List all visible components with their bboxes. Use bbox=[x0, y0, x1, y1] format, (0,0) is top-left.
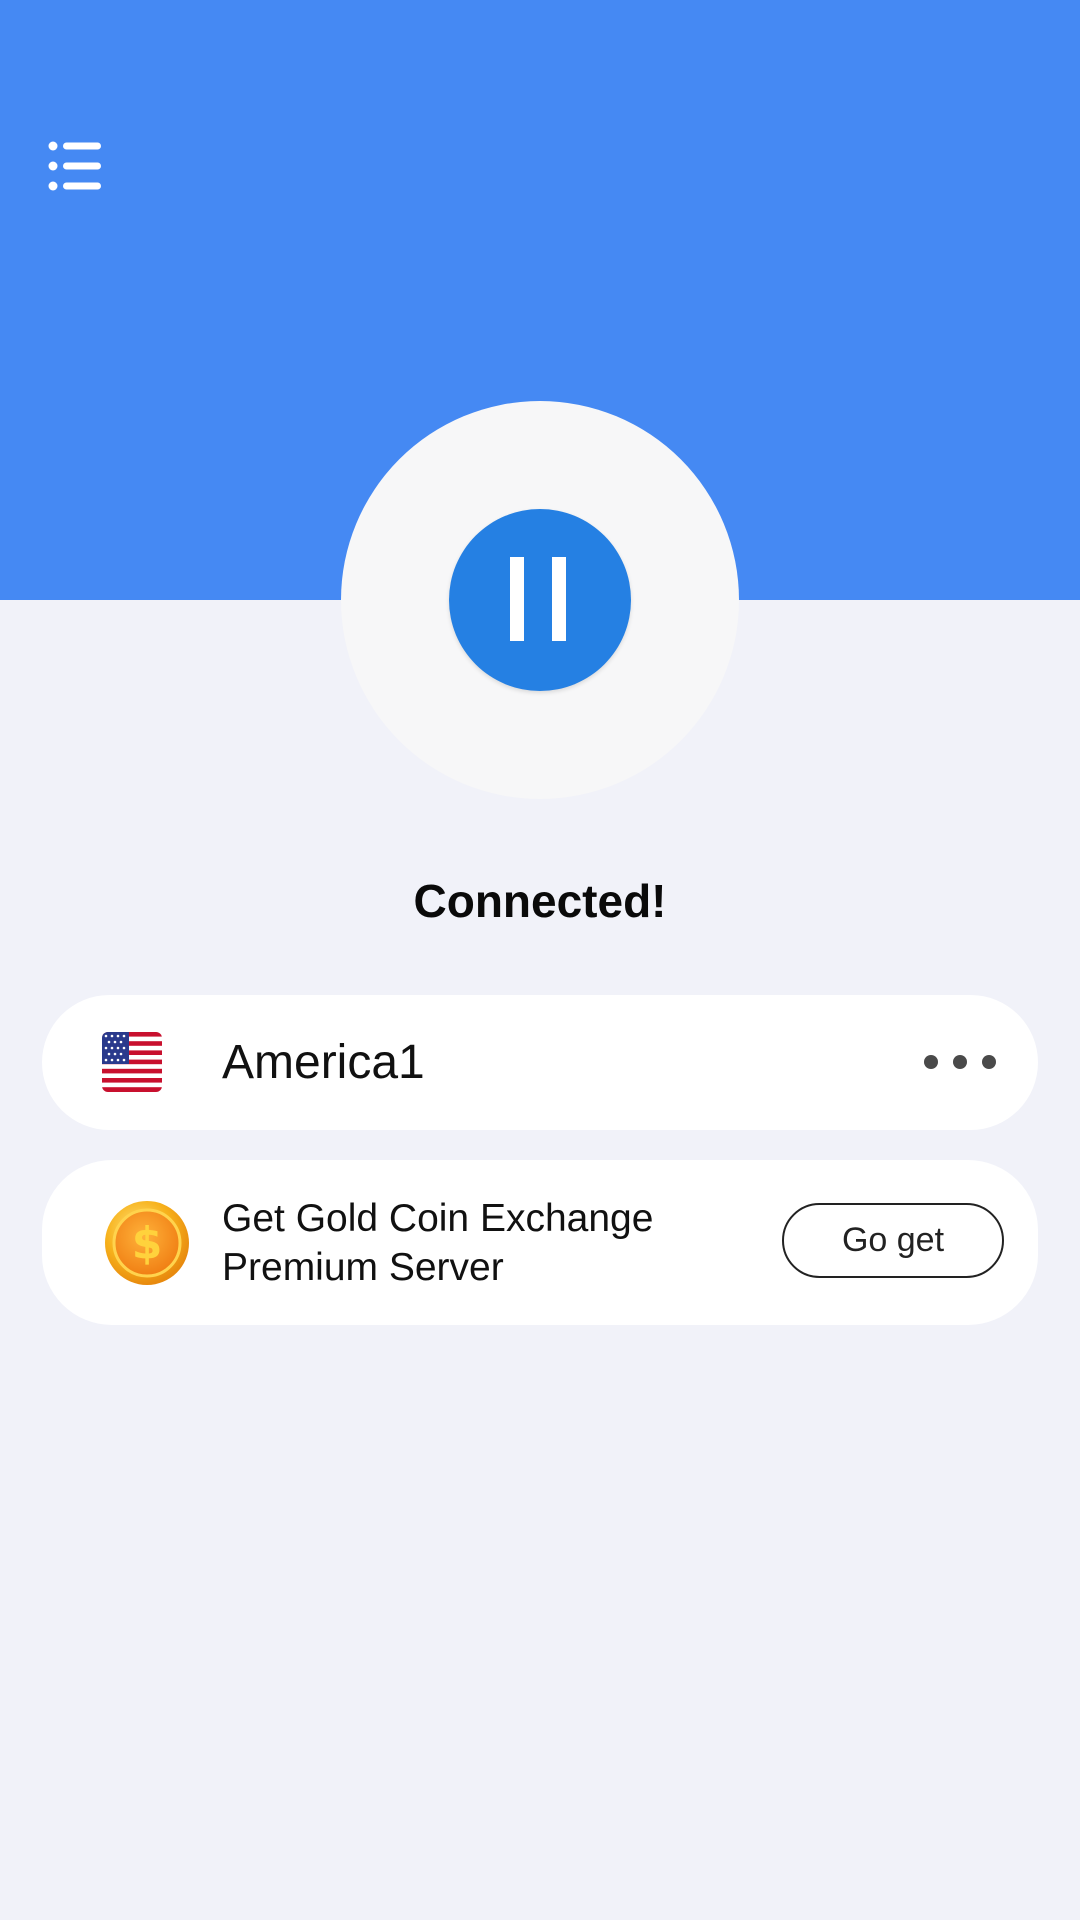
go-get-button[interactable]: Go get bbox=[782, 1203, 1004, 1278]
dot-1 bbox=[924, 1055, 938, 1069]
dot-3 bbox=[982, 1055, 996, 1069]
svg-text:$: $ bbox=[132, 1218, 163, 1269]
connection-status: Connected! bbox=[413, 875, 667, 927]
menu-button[interactable] bbox=[40, 130, 112, 202]
gold-coin-promo-card: $ Get Gold Coin Exchange Premium Server … bbox=[42, 1160, 1038, 1325]
promo-text: Get Gold Coin Exchange Premium Server bbox=[222, 1194, 692, 1292]
promo-line-1: Get Gold Coin Exchange bbox=[222, 1197, 654, 1240]
promo-line-2: Premium Server bbox=[222, 1246, 504, 1289]
list-menu-icon bbox=[48, 141, 101, 191]
connect-toggle-button[interactable] bbox=[449, 509, 631, 691]
pause-icon bbox=[510, 557, 524, 641]
server-selector[interactable]: America1 bbox=[42, 995, 1038, 1130]
dot-2 bbox=[953, 1055, 967, 1069]
server-name: America1 bbox=[222, 1036, 425, 1089]
gold-coin-icon: $ bbox=[104, 1200, 190, 1286]
more-dots-icon[interactable] bbox=[924, 1042, 996, 1082]
pause-icon-bar bbox=[552, 557, 566, 641]
us-flag-icon bbox=[102, 1032, 162, 1092]
